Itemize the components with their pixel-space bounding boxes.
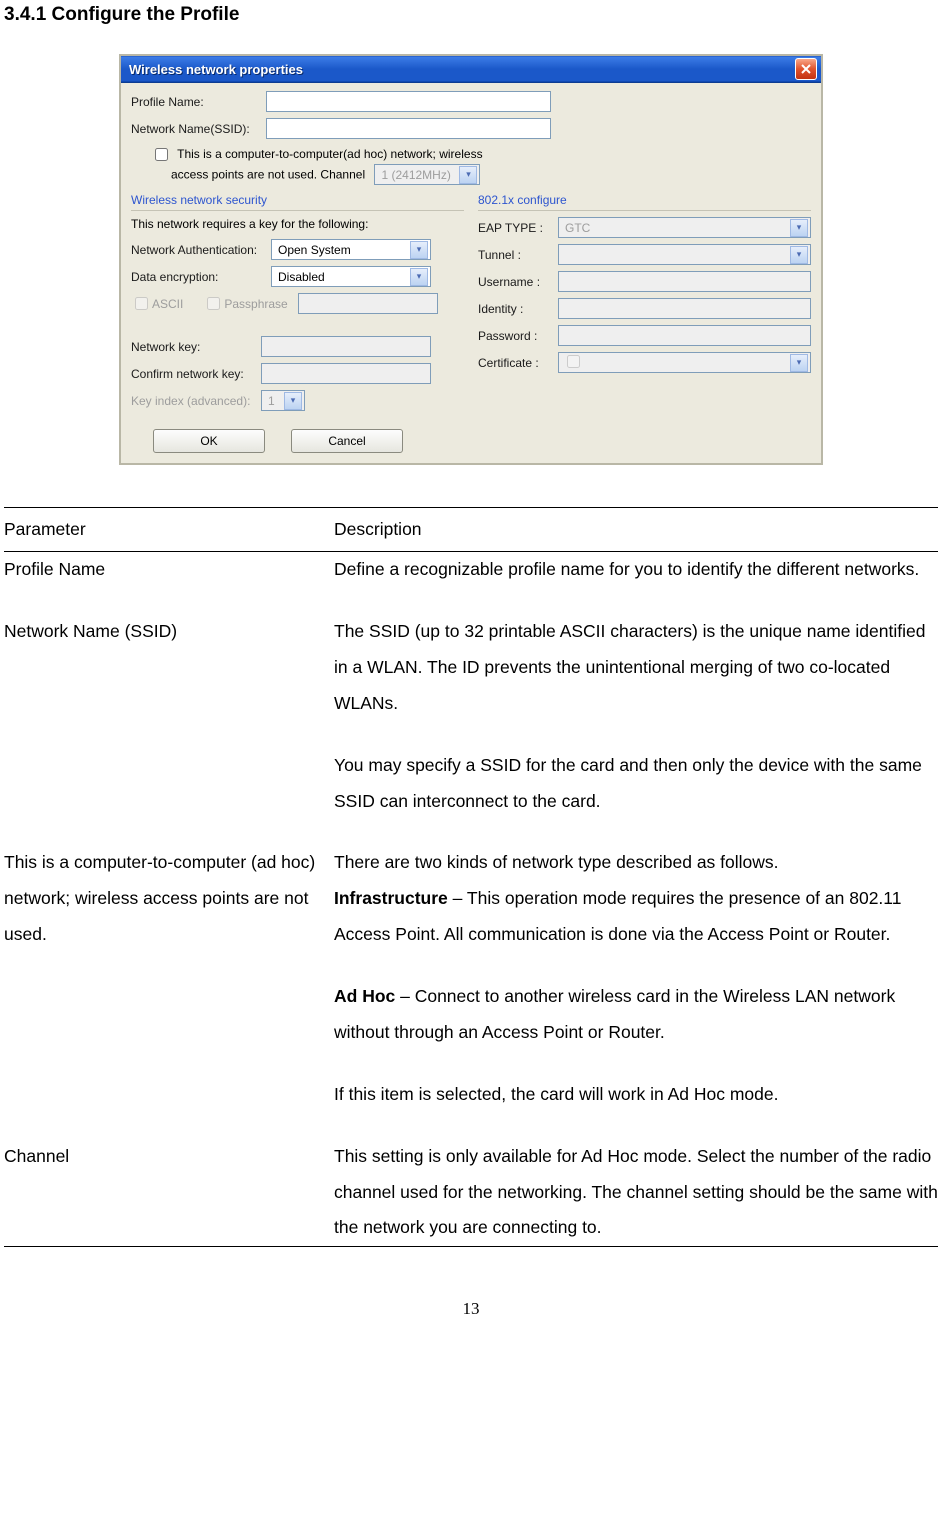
desc-adhoc-2: Ad Hoc – Connect to another wireless car… xyxy=(334,979,938,1051)
eap-value: GTC xyxy=(565,221,590,235)
chevron-down-icon[interactable]: ▾ xyxy=(410,268,428,286)
chevron-down-icon: ▾ xyxy=(459,166,477,184)
th-parameter: Parameter xyxy=(4,508,334,552)
data-enc-select[interactable]: Disabled ▾ xyxy=(271,266,431,287)
tunnel-select: ▾ xyxy=(558,244,811,265)
page-number: 13 xyxy=(4,1299,938,1319)
desc-ssid-1: The SSID (up to 32 printable ASCII chara… xyxy=(334,614,938,722)
profile-name-label: Profile Name: xyxy=(131,95,266,109)
key-index-value: 1 xyxy=(268,394,275,408)
param-ssid: Network Name (SSID) xyxy=(4,614,334,722)
tunnel-label: Tunnel : xyxy=(478,248,558,262)
ok-button[interactable]: OK xyxy=(153,429,265,453)
cert-checkbox xyxy=(567,355,580,368)
channel-value: 1 (2412MHz) xyxy=(381,166,450,184)
wireless-properties-dialog: Wireless network properties Profile Name… xyxy=(119,54,823,465)
adhoc-text-2: access points are not used. Channel xyxy=(171,168,365,182)
8021x-heading: 802.1x configure xyxy=(478,193,811,211)
param-profile-name: Profile Name xyxy=(4,552,334,588)
key-index-select: 1 ▾ xyxy=(261,390,305,411)
net-auth-label: Network Authentication: xyxy=(131,243,271,257)
channel-select: 1 (2412MHz) ▾ xyxy=(374,164,480,185)
data-enc-label: Data encryption: xyxy=(131,270,271,284)
username-label: Username : xyxy=(478,275,558,289)
security-desc: This network requires a key for the foll… xyxy=(131,217,464,231)
parameter-table: Parameter Description Profile Name Defin… xyxy=(4,507,938,1247)
close-icon[interactable] xyxy=(795,58,817,80)
eap-label: EAP TYPE : xyxy=(478,221,558,235)
username-input xyxy=(558,271,811,292)
password-label: Password : xyxy=(478,329,558,343)
net-auth-value: Open System xyxy=(278,243,351,257)
password-input xyxy=(558,325,811,346)
identity-input xyxy=(558,298,811,319)
cancel-button[interactable]: Cancel xyxy=(291,429,403,453)
chevron-down-icon: ▾ xyxy=(790,354,808,372)
passphrase-input xyxy=(298,293,438,314)
eap-select: GTC ▾ xyxy=(558,217,811,238)
net-key-label: Network key: xyxy=(131,340,261,354)
desc-adhoc-3: If this item is selected, the card will … xyxy=(334,1077,938,1113)
desc-adhoc-1: There are two kinds of network type desc… xyxy=(334,845,938,953)
data-enc-value: Disabled xyxy=(278,270,325,284)
adhoc-checkbox-row: This is a computer-to-computer(ad hoc) n… xyxy=(151,145,811,164)
desc-ssid-2: You may specify a SSID for the card and … xyxy=(334,748,938,820)
ascii-label: ASCII xyxy=(152,297,183,311)
param-channel: Channel xyxy=(4,1139,334,1247)
chevron-down-icon: ▾ xyxy=(284,392,302,410)
net-auth-select[interactable]: Open System ▾ xyxy=(271,239,431,260)
key-index-label: Key index (advanced): xyxy=(131,394,261,408)
ssid-input[interactable] xyxy=(266,118,551,139)
section-title: 3.4.1 Configure the Profile xyxy=(4,4,938,26)
cert-label: Certificate : xyxy=(478,356,558,370)
chevron-down-icon: ▾ xyxy=(790,246,808,264)
net-key-input xyxy=(261,336,431,357)
chevron-down-icon: ▾ xyxy=(790,219,808,237)
adhoc-text-1: This is a computer-to-computer(ad hoc) n… xyxy=(177,147,482,161)
ascii-checkbox xyxy=(135,297,148,310)
confirm-key-input xyxy=(261,363,431,384)
desc-profile-name: Define a recognizable profile name for y… xyxy=(334,552,938,588)
param-adhoc: This is a computer-to-computer (ad hoc) … xyxy=(4,845,334,953)
adhoc-checkbox[interactable] xyxy=(155,148,168,161)
passphrase-label: Passphrase xyxy=(224,297,287,311)
identity-label: Identity : xyxy=(478,302,558,316)
ssid-label: Network Name(SSID): xyxy=(131,122,266,136)
chevron-down-icon[interactable]: ▾ xyxy=(410,241,428,259)
security-heading: Wireless network security xyxy=(131,193,464,211)
desc-channel: This setting is only available for Ad Ho… xyxy=(334,1139,938,1247)
th-description: Description xyxy=(334,508,938,552)
cert-select: ▾ xyxy=(558,352,811,373)
passphrase-checkbox xyxy=(207,297,220,310)
confirm-key-label: Confirm network key: xyxy=(131,367,261,381)
window-title: Wireless network properties xyxy=(129,62,303,77)
profile-name-input[interactable] xyxy=(266,91,551,112)
titlebar: Wireless network properties xyxy=(121,56,821,83)
